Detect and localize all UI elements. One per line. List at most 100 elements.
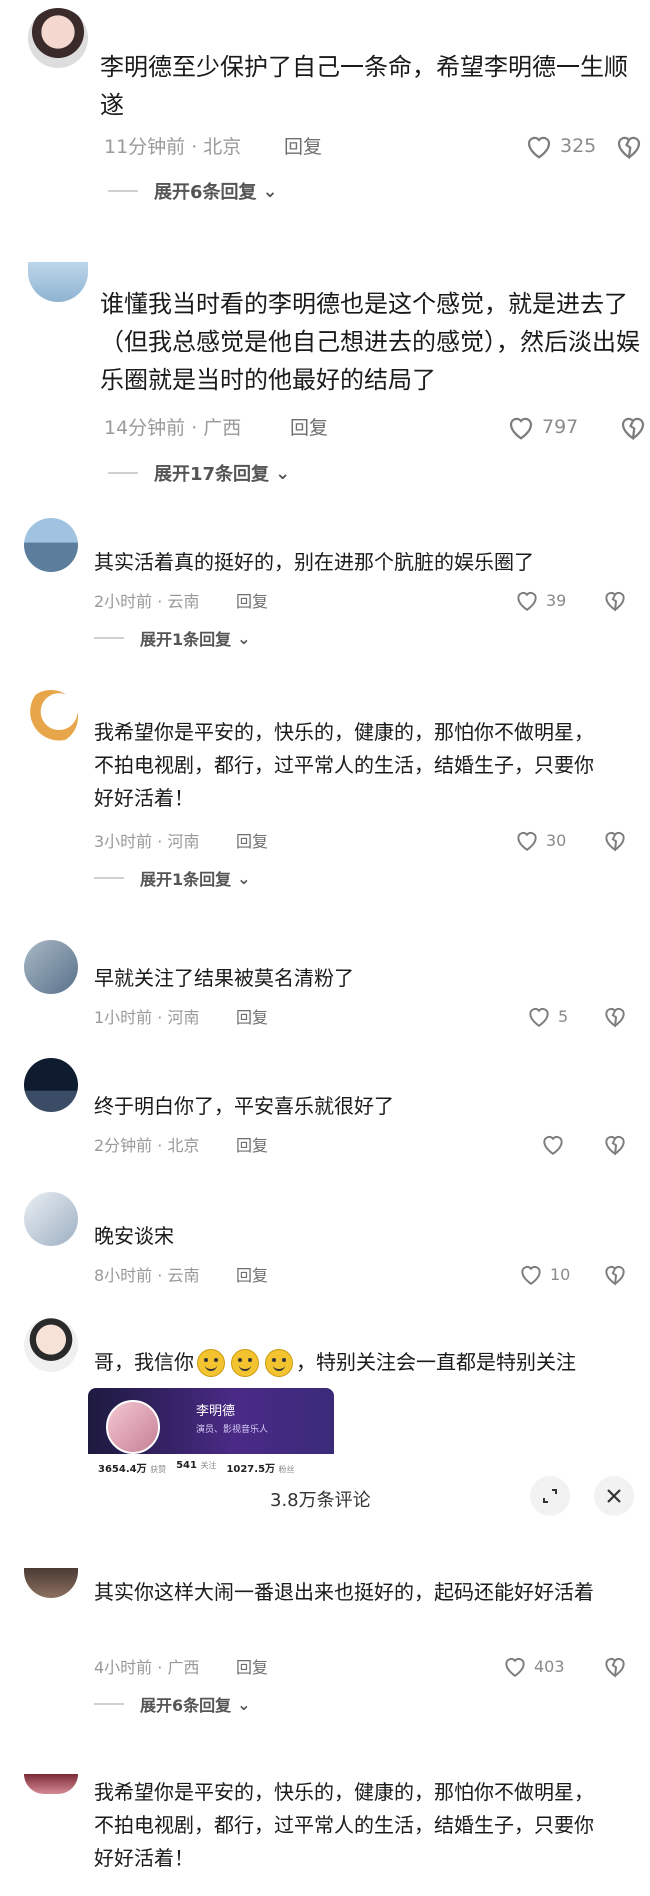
comment-text: 晚安谈宋 bbox=[94, 1224, 174, 1248]
reply-button[interactable]: 回复 bbox=[236, 1654, 268, 1678]
divider bbox=[94, 637, 124, 639]
profile-name: 李明德 bbox=[196, 1404, 236, 1419]
comment-time-location: 3小时前 · 河南 bbox=[94, 832, 200, 851]
avatar[interactable] bbox=[24, 1774, 78, 1794]
expand-replies-button[interactable]: 展开6条回复 ⌄ bbox=[94, 1692, 251, 1716]
avatar[interactable] bbox=[28, 262, 88, 302]
heart-icon bbox=[529, 1008, 549, 1027]
like-button[interactable]: 30 bbox=[514, 828, 566, 852]
like-button[interactable]: 10 bbox=[518, 1262, 570, 1286]
comment-time-location: 14分钟前 · 广西 bbox=[104, 417, 242, 439]
comment-text: 谁懂我当时看的李明德也是这个感觉，就是进去了（但我总感觉是他自己想进去的感觉），… bbox=[100, 290, 640, 394]
dislike-button[interactable] bbox=[614, 132, 644, 165]
comment-time-location: 1小时前 · 河南 bbox=[94, 1008, 200, 1027]
expand-replies-button[interactable]: 展开17条回复 ⌄ bbox=[108, 460, 290, 486]
close-button[interactable] bbox=[594, 1476, 634, 1516]
stat-label: 关注 bbox=[200, 1461, 217, 1470]
comment-text: 其实你这样大闹一番退出来也挺好的，起码还能好好活着 bbox=[94, 1580, 594, 1604]
divider bbox=[108, 472, 138, 474]
profile-stats: 3654.4万 获赞 541 关注 1027.5万 粉丝 bbox=[88, 1460, 334, 1475]
like-count: 39 bbox=[546, 590, 567, 610]
avatar[interactable] bbox=[24, 690, 78, 744]
dislike-button[interactable] bbox=[602, 1132, 628, 1160]
expand-replies-button[interactable]: 展开1条回复 ⌄ bbox=[94, 626, 251, 650]
comment-count-label: 3.8万条评论 bbox=[270, 1490, 371, 1511]
heart-icon bbox=[505, 1658, 525, 1677]
broken-heart-icon bbox=[605, 1658, 625, 1678]
comment-text-start: 哥，我信你 bbox=[94, 1350, 194, 1374]
avatar[interactable] bbox=[28, 8, 88, 68]
expand-label: 展开6条回复 bbox=[154, 182, 257, 203]
avatar[interactable] bbox=[24, 1318, 78, 1372]
comment-text: 哥，我信你 ，特别关注会一直都是特别关注 bbox=[94, 1346, 636, 1379]
comment-text: 我希望你是平安的，快乐的，健康的，那怕你不做明星，不拍电视剧，都行，过平常人的生… bbox=[94, 1780, 594, 1870]
dislike-button[interactable] bbox=[602, 588, 628, 616]
like-button[interactable]: 403 bbox=[502, 1654, 565, 1678]
expand-replies-button[interactable]: 展开1条回复 ⌄ bbox=[94, 866, 251, 890]
reply-button[interactable]: 回复 bbox=[284, 132, 322, 159]
stat-value: 1027.5万 bbox=[226, 1464, 276, 1475]
expand-icon bbox=[543, 1489, 557, 1503]
avatar[interactable] bbox=[24, 1192, 78, 1246]
broken-heart-icon bbox=[605, 1266, 625, 1286]
comment-text: 李明德至少保护了自己一条命，希望李明德一生顺遂 bbox=[100, 53, 628, 119]
reply-button[interactable]: 回复 bbox=[236, 828, 268, 852]
comment-meta: 3小时前 · 河南 回复 30 bbox=[94, 828, 650, 858]
comment-text: 其实活着真的挺好的，别在进那个肮脏的娱乐圈了 bbox=[94, 550, 534, 574]
avatar[interactable] bbox=[24, 1568, 78, 1598]
avatar[interactable] bbox=[24, 518, 78, 572]
heart-icon bbox=[543, 1136, 563, 1155]
broken-heart-icon bbox=[605, 1136, 625, 1156]
reply-button[interactable]: 回复 bbox=[236, 1132, 268, 1156]
dislike-button[interactable] bbox=[602, 1654, 628, 1682]
reply-button[interactable]: 回复 bbox=[236, 1262, 268, 1286]
expand-replies-button[interactable]: 展开6条回复 ⌄ bbox=[108, 178, 278, 204]
dislike-button[interactable] bbox=[602, 828, 628, 856]
broken-heart-icon bbox=[605, 832, 625, 852]
like-button[interactable]: 797 bbox=[506, 413, 578, 441]
comment-meta: 4小时前 · 广西 回复 403 bbox=[94, 1654, 650, 1684]
broken-heart-icon bbox=[621, 417, 645, 441]
dislike-button[interactable] bbox=[618, 413, 648, 446]
comment-text: 终于明白你了，平安喜乐就很好了 bbox=[94, 1094, 394, 1118]
comment-text: 我希望你是平安的，快乐的，健康的，那怕你不做明星，不拍电视剧，都行，过平常人的生… bbox=[94, 720, 594, 810]
dislike-button[interactable] bbox=[602, 1004, 628, 1032]
expand-button[interactable] bbox=[530, 1476, 570, 1516]
broken-heart-icon bbox=[605, 1008, 625, 1028]
like-button[interactable] bbox=[540, 1132, 572, 1156]
profile-card-image[interactable]: 李明德 演员、影视音乐人 3654.4万 获赞 541 关注 1027.5万 粉… bbox=[88, 1388, 334, 1494]
profile-subtitle: 演员、影视音乐人 bbox=[196, 1425, 269, 1435]
profile-card-header: 李明德 演员、影视音乐人 bbox=[88, 1388, 334, 1454]
smile-emoji-icon bbox=[231, 1348, 259, 1377]
smile-emoji-icon bbox=[265, 1348, 293, 1377]
like-button[interactable]: 39 bbox=[514, 588, 566, 612]
comment-meta: 11分钟前 · 北京 回复 325 bbox=[104, 132, 650, 162]
like-button[interactable]: 5 bbox=[526, 1004, 568, 1028]
avatar[interactable] bbox=[24, 1058, 78, 1112]
expand-label: 展开1条回复 bbox=[140, 630, 232, 649]
comment-meta: 1小时前 · 河南 回复 5 bbox=[94, 1004, 650, 1034]
comment-time-location: 8小时前 · 云南 bbox=[94, 1266, 200, 1285]
stat-label: 获赞 bbox=[150, 1465, 167, 1474]
comment-time-location: 11分钟前 · 北京 bbox=[104, 136, 242, 158]
expand-label: 展开6条回复 bbox=[140, 1696, 232, 1715]
heart-icon bbox=[521, 1266, 541, 1285]
like-count: 403 bbox=[534, 1656, 565, 1676]
reply-button[interactable]: 回复 bbox=[236, 1004, 268, 1028]
avatar[interactable] bbox=[24, 940, 78, 994]
close-icon bbox=[607, 1489, 621, 1503]
like-button[interactable]: 325 bbox=[524, 132, 596, 160]
comment-meta: 2小时前 · 云南 回复 39 bbox=[94, 588, 650, 618]
heart-icon bbox=[517, 592, 537, 611]
heart-icon bbox=[527, 136, 551, 159]
chevron-down-icon: ⌄ bbox=[275, 462, 291, 484]
stat-label: 粉丝 bbox=[278, 1465, 295, 1474]
reply-button[interactable]: 回复 bbox=[236, 588, 268, 612]
chevron-down-icon: ⌄ bbox=[237, 1694, 251, 1714]
comment-text: 早就关注了结果被莫名清粉了 bbox=[94, 966, 354, 990]
dislike-button[interactable] bbox=[602, 1262, 628, 1290]
comment-time-location: 2小时前 · 云南 bbox=[94, 592, 200, 611]
reply-button[interactable]: 回复 bbox=[290, 413, 328, 440]
heart-icon bbox=[517, 832, 537, 851]
like-count: 10 bbox=[550, 1264, 571, 1284]
